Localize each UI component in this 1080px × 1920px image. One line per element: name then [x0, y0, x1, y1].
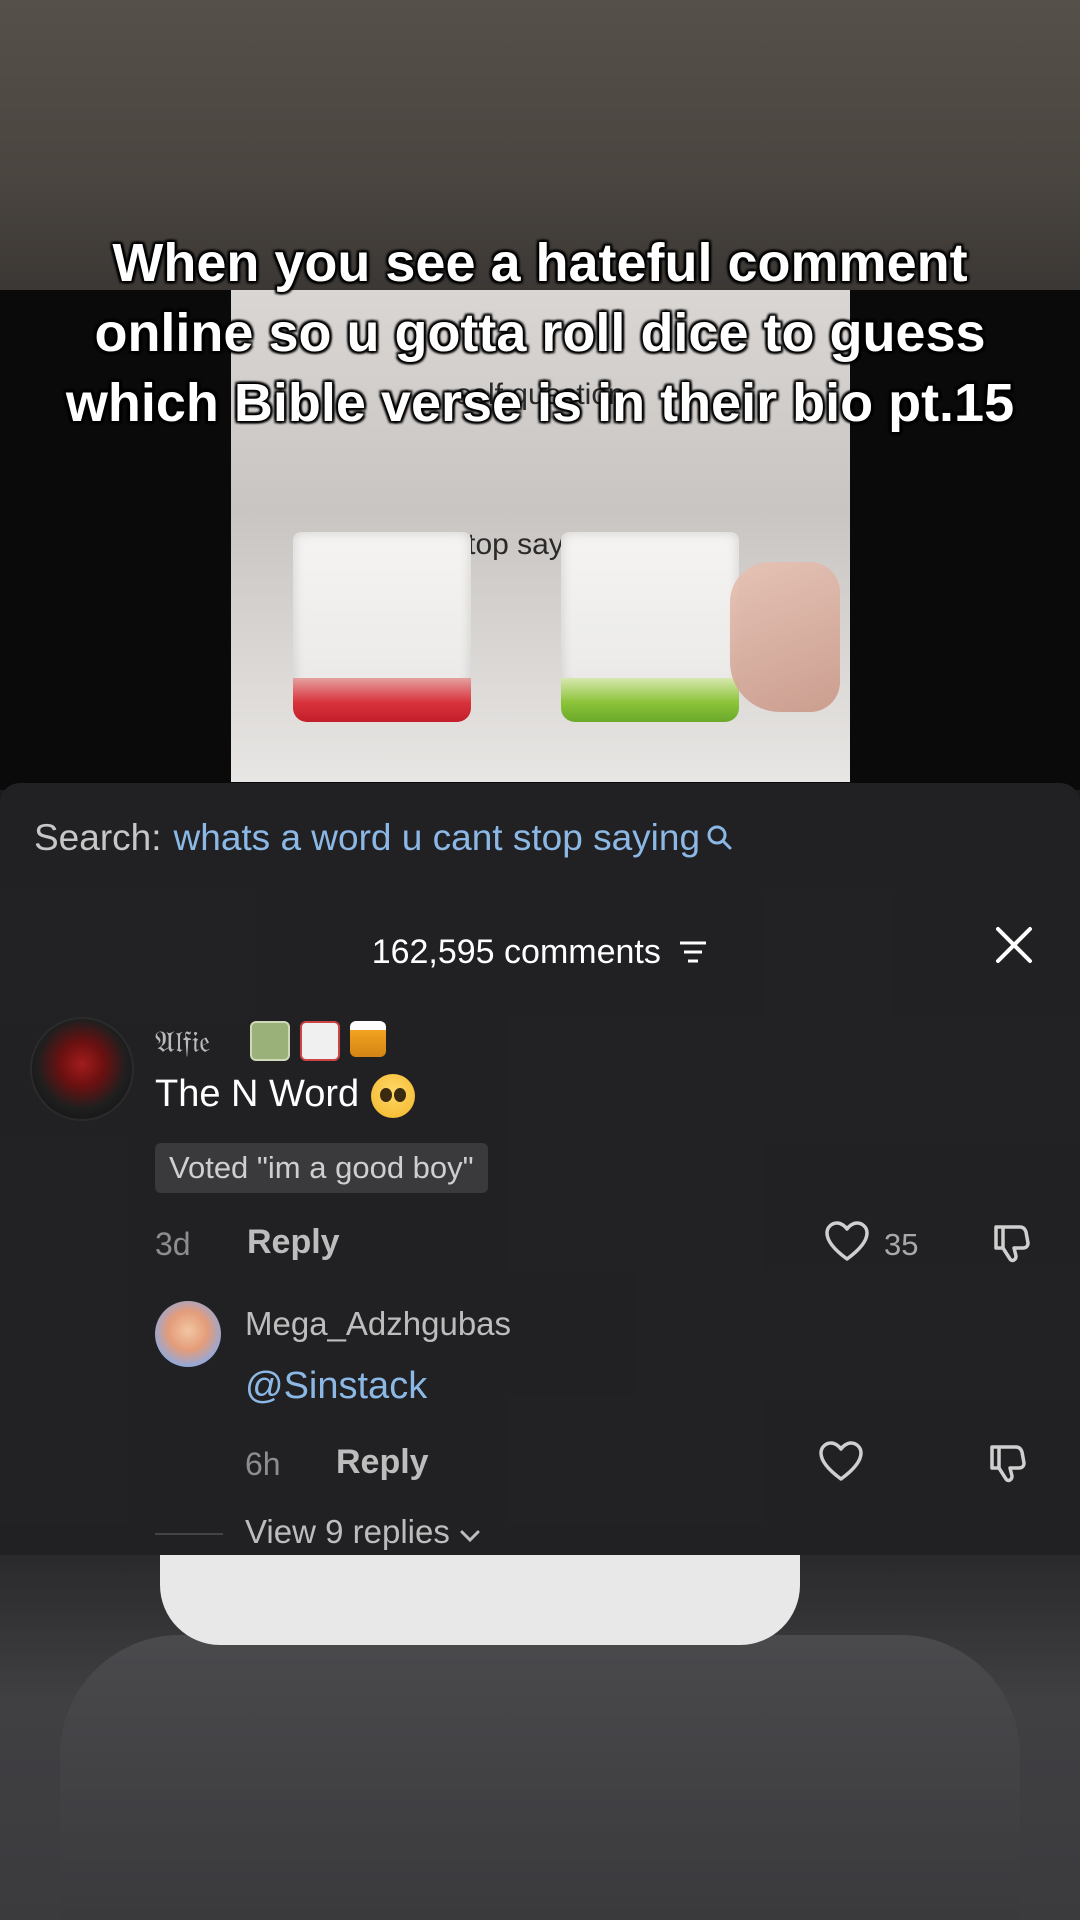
hand-image — [730, 562, 840, 712]
view-replies-button[interactable]: View 9 replies — [245, 1513, 481, 1551]
comments-panel: Search: whats a word u cant stop saying … — [0, 783, 1080, 1555]
search-query[interactable]: whats a word u cant stop saying — [174, 817, 701, 859]
reply-heart-icon[interactable] — [818, 1441, 864, 1488]
close-icon[interactable] — [992, 923, 1036, 967]
money-icon — [250, 1021, 290, 1061]
comment-search[interactable]: Search: whats a word u cant stop saying — [34, 817, 732, 859]
card-icon — [300, 1021, 340, 1061]
hoodie-image — [60, 1635, 1020, 1920]
beer-icon — [350, 1021, 386, 1057]
overlay-title: When you see a hateful comment online so… — [65, 233, 1015, 433]
red-drink-cup — [293, 532, 471, 722]
reply-avatar[interactable] — [155, 1301, 221, 1367]
reply-age: 6h — [245, 1446, 281, 1482]
shirt-collar-image — [160, 1555, 800, 1645]
comment-count-header: 162,595 comments — [0, 933, 1080, 974]
reply-reply-button[interactable]: Reply — [336, 1443, 429, 1482]
search-label: Search: — [34, 817, 162, 858]
avatar[interactable] — [30, 1017, 134, 1121]
video-background-bottom — [0, 1555, 1080, 1920]
vote-badge: Voted "im a good boy" — [155, 1143, 488, 1193]
reply-username[interactable]: Mega_Adzhgubas — [245, 1305, 511, 1343]
reply-button[interactable]: Reply — [247, 1223, 340, 1262]
comment-age: 3d — [155, 1226, 191, 1262]
sort-icon[interactable] — [678, 935, 708, 974]
like-count: 35 — [884, 1227, 919, 1262]
pleading-face-icon — [371, 1073, 416, 1118]
comment-text: The N Word — [155, 1073, 416, 1118]
heart-icon[interactable] — [824, 1221, 870, 1268]
reply-dislike-icon[interactable] — [986, 1441, 1030, 1490]
username-emojis — [250, 1021, 386, 1061]
chevron-down-icon — [459, 1513, 481, 1550]
comment-username[interactable]: 𝔄𝔩𝔣𝔦𝔢 — [155, 1025, 210, 1060]
dislike-icon[interactable] — [990, 1221, 1034, 1270]
view-replies-label: View 9 replies — [245, 1513, 450, 1550]
green-drink-cup — [561, 532, 739, 722]
comment-count: 162,595 comments — [371, 933, 661, 971]
replies-divider — [155, 1533, 223, 1535]
reply-mention[interactable]: @Sinstack — [245, 1365, 427, 1408]
comment-body: The N Word — [155, 1073, 360, 1115]
search-icon[interactable] — [706, 824, 732, 857]
